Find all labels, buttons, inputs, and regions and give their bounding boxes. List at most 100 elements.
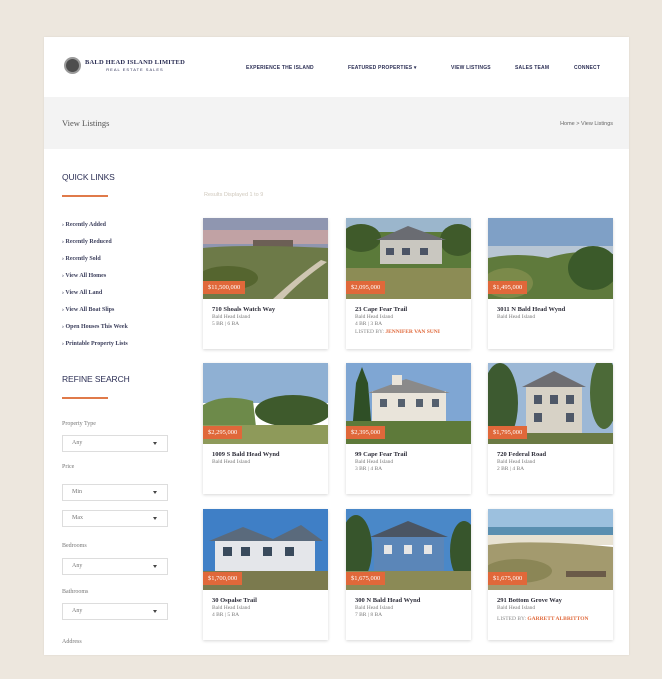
listing-title[interactable]: 720 Federal Road — [497, 451, 546, 458]
caret-down-icon — [153, 610, 157, 613]
listing-title[interactable]: 3011 N Bald Head Wynd — [497, 306, 565, 313]
nav-experience-the-island[interactable]: EXPERIENCE THE ISLAND — [246, 65, 314, 71]
quick-link-label: View All Homes — [65, 273, 107, 279]
price-max-value: Max — [72, 515, 83, 521]
page-title-bar — [44, 97, 629, 149]
chevron-right-icon: › — [62, 256, 64, 262]
price-badge: $1,675,000 — [488, 572, 528, 585]
price-min-value: Min — [72, 489, 83, 495]
chevron-right-icon: › — [62, 273, 64, 279]
chevron-down-icon: ▾ — [413, 65, 417, 71]
property-type-select[interactable]: Any — [62, 435, 168, 452]
listed-by-prefix: LISTED BY: — [497, 616, 526, 622]
agent-name-link[interactable]: JENNIFER VAN SUNI — [385, 329, 440, 335]
bathrooms-select[interactable]: Any — [62, 603, 168, 620]
bathrooms-value: Any — [72, 608, 83, 614]
logo-subtitle: REAL ESTATE SALES — [106, 67, 164, 72]
site-header: BALD HEAD ISLAND LIMITED REAL ESTATE SAL… — [44, 37, 629, 97]
quick-link-label: Printable Property Lists — [65, 341, 128, 347]
quick-link-view-all-homes[interactable]: › View All Homes — [62, 273, 106, 279]
chevron-right-icon: › — [62, 341, 64, 347]
quick-link-view-all-land[interactable]: › View All Land — [62, 290, 102, 296]
price-max-select[interactable]: Max — [62, 510, 168, 527]
quick-link-label: View All Land — [65, 290, 103, 296]
quick-link-view-all-boat-slips[interactable]: › View All Boat Slips — [62, 307, 114, 313]
price-min-select[interactable]: Min — [62, 484, 168, 501]
listing-beds-baths: 4 BR | 3 BA — [355, 321, 383, 327]
listing-title[interactable]: 30 Ospalse Trail — [212, 597, 257, 604]
page-title: View Listings — [62, 118, 110, 128]
refine-search-heading: REFINE SEARCH — [62, 374, 130, 384]
quick-link-open-houses[interactable]: › Open Houses This Week — [62, 324, 128, 330]
breadcrumb[interactable]: Home > View Listings — [560, 121, 613, 127]
logo-title: BALD HEAD ISLAND LIMITED — [85, 59, 185, 66]
quick-link-label: Open Houses This Week — [65, 324, 128, 330]
listing-beds-baths: 2 BR | 4 BA — [497, 466, 525, 472]
caret-down-icon — [153, 565, 157, 568]
listing-beds-baths: 5 BR | 6 BA — [212, 321, 240, 327]
listing-title[interactable]: 99 Cape Fear Trail — [355, 451, 407, 458]
price-badge: $1,700,000 — [203, 572, 243, 585]
listing-title[interactable]: 300 N Bald Head Wynd — [355, 597, 420, 604]
listed-by: LISTED BY: JENNIFER VAN SUNI — [355, 328, 465, 337]
listing-title[interactable]: 1009 S Bald Head Wynd — [212, 451, 280, 458]
caret-down-icon — [153, 491, 157, 494]
listing-location: Bald Head Island — [497, 605, 536, 611]
chevron-right-icon: › — [62, 307, 64, 313]
listing-location: Bald Head Island — [497, 459, 536, 465]
nav-featured-properties[interactable]: FEATURED PROPERTIES ▾ — [348, 65, 417, 71]
nav-view-listings[interactable]: VIEW LISTINGS — [451, 65, 491, 71]
bathrooms-label: Bathrooms — [62, 589, 89, 595]
quick-link-printable-lists[interactable]: › Printable Property Lists — [62, 341, 128, 347]
listing-card[interactable]: $11,500,000 710 Shoals Watch Way Bald He… — [203, 218, 328, 349]
listing-beds-baths: 3 BR | 4 BA — [355, 466, 383, 472]
site-logo[interactable]: BALD HEAD ISLAND LIMITED REAL ESTATE SAL… — [64, 57, 185, 74]
listed-by: LISTED BY: GARRETT ALBRITTON — [497, 615, 607, 624]
quick-links-divider — [62, 195, 108, 197]
nav-sales-team[interactable]: SALES TEAM — [515, 65, 549, 71]
quick-link-label: Recently Sold — [65, 256, 101, 262]
caret-down-icon — [153, 517, 157, 520]
quick-link-recently-sold[interactable]: › Recently Sold — [62, 256, 101, 262]
quick-link-label: Recently Added — [65, 222, 107, 228]
listing-location: Bald Head Island — [355, 314, 394, 320]
listing-location: Bald Head Island — [212, 314, 251, 320]
quick-link-label: Recently Reduced — [65, 239, 112, 245]
chevron-right-icon: › — [62, 324, 64, 330]
listing-location: Bald Head Island — [355, 459, 394, 465]
logo-emblem-icon — [64, 57, 81, 74]
price-badge: $2,295,000 — [203, 426, 243, 439]
listing-beds-baths: 4 BR | 5 BA — [212, 612, 240, 618]
listing-location: Bald Head Island — [212, 605, 251, 611]
nav-connect[interactable]: CONNECT — [574, 65, 600, 71]
quick-link-label: View All Boat Slips — [65, 307, 115, 313]
listing-card[interactable]: $1,675,000 300 N Bald Head Wynd Bald Hea… — [346, 509, 471, 640]
quick-link-recently-reduced[interactable]: › Recently Reduced — [62, 239, 112, 245]
listing-card[interactable]: $2,095,000 23 Cape Fear Trail Bald Head … — [346, 218, 471, 349]
property-type-label: Property Type — [62, 421, 96, 427]
bedrooms-select[interactable]: Any — [62, 558, 168, 575]
browser-page: BALD HEAD ISLAND LIMITED REAL ESTATE SAL… — [44, 37, 629, 655]
listing-card[interactable]: $1,495,000 3011 N Bald Head Wynd Bald He… — [488, 218, 613, 349]
listing-title[interactable]: 710 Shoals Watch Way — [212, 306, 275, 313]
listed-by-prefix: LISTED BY: — [355, 329, 384, 335]
price-badge: $1,495,000 — [488, 281, 528, 294]
listing-title[interactable]: 23 Cape Fear Trail — [355, 306, 407, 313]
price-badge: $1,795,000 — [488, 426, 528, 439]
listing-title[interactable]: 291 Bottom Grove Way — [497, 597, 562, 604]
listing-card[interactable]: $1,795,000 720 Federal Road Bald Head Is… — [488, 363, 613, 494]
caret-down-icon — [153, 442, 157, 445]
price-label: Price — [62, 464, 75, 470]
listing-card[interactable]: $1,700,000 30 Ospalse Trail Bald Head Is… — [203, 509, 328, 640]
nav-featured-properties-label: FEATURED PROPERTIES — [348, 65, 413, 71]
logo-text: BALD HEAD ISLAND LIMITED REAL ESTATE SAL… — [85, 59, 185, 72]
quick-links-heading: QUICK LINKS — [62, 172, 115, 182]
agent-name-link[interactable]: GARRETT ALBRITTON — [527, 616, 588, 622]
listing-card[interactable]: $1,675,000 291 Bottom Grove Way Bald Hea… — [488, 509, 613, 640]
listing-card[interactable]: $2,295,000 1009 S Bald Head Wynd Bald He… — [203, 363, 328, 494]
bedrooms-value: Any — [72, 563, 83, 569]
listing-location: Bald Head Island — [355, 605, 394, 611]
quick-link-recently-added[interactable]: › Recently Added — [62, 222, 106, 228]
listing-location: Bald Head Island — [497, 314, 536, 320]
listing-card[interactable]: $2,395,000 99 Cape Fear Trail Bald Head … — [346, 363, 471, 494]
